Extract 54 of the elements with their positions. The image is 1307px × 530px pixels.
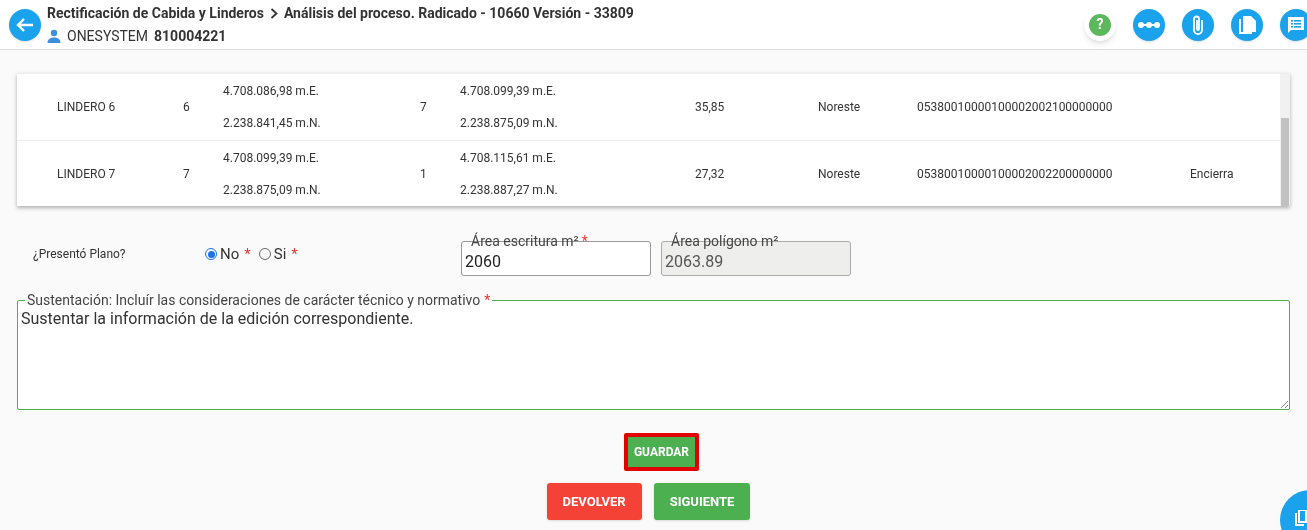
table-cell-text: 7 [420, 99, 428, 116]
table-cell-text: 4.708.099,39 m.E. [223, 149, 321, 167]
back-arrow-icon [16, 17, 34, 32]
table-cell-text: Encierra [1190, 165, 1235, 183]
required-mark: * [484, 291, 491, 309]
table-cell-text: 2.238.887,27 m.N. [460, 181, 559, 199]
table-cell-text: 2.238.841,45 m.N. [223, 115, 322, 132]
table-cell-text: Noreste [818, 165, 862, 183]
field-label: Sustentación: Incluír las consideraciones de carácter técnico y normativo [27, 291, 481, 309]
table-cell-text: LINDERO 7 [56, 165, 117, 183]
field-value: 2063.89 [665, 252, 724, 272]
back-button[interactable] [9, 8, 41, 41]
dots-line-icon [1138, 20, 1160, 29]
table-cell-text: Noreste [818, 99, 862, 116]
radio-label: Si [273, 243, 287, 265]
required-mark: * [581, 232, 588, 250]
table-cell-text: 4.708.086,98 m.E. [223, 83, 321, 100]
question-label: ¿Presentó Plano? [33, 246, 127, 263]
notes-button[interactable] [1280, 8, 1307, 41]
chevron-right-icon [269, 7, 278, 19]
table-cell-text: 05380010000100002002100000000 [917, 99, 1114, 116]
field-label: Área polígono m² [671, 232, 779, 250]
table-cell-text: 7 [183, 165, 191, 183]
table-cell-text: 27,32 [695, 165, 726, 183]
page-title: Análisis del proceso. Radicado - 10660 Versión - 33809 [283, 3, 634, 23]
table-cell-text: 4.708.115,61 m.E. [460, 149, 558, 167]
user-name: ONESYSTEM [67, 26, 149, 46]
radio-label: No [220, 243, 240, 265]
return-button[interactable]: DEVOLVER [546, 483, 642, 520]
scrollbar-thumb[interactable] [1281, 118, 1289, 206]
table-cell-text: 2.238.875,09 m.N. [223, 181, 322, 199]
documents-icon [1237, 14, 1257, 35]
table-cell-text: 35,85 [695, 99, 726, 116]
field-value: 2060 [465, 252, 501, 272]
table-cell-text: 4.708.099,39 m.E. [460, 83, 558, 100]
field-label: Área escritura m² [471, 232, 579, 250]
field-value: Sustentar la información de la edición correspondiente. [21, 309, 414, 328]
breadcrumb-link[interactable]: Rectificación de Cabida y Linderos [47, 2, 264, 24]
documents-button[interactable] [1231, 8, 1263, 41]
required-mark: * [244, 243, 251, 265]
resize-handle-icon[interactable] [1280, 400, 1288, 408]
user-id: 810004221 [154, 26, 227, 46]
table-cell-text: 2.238.875,09 m.N. [460, 115, 559, 132]
table-cell-text: 1 [420, 165, 428, 183]
flow-button[interactable] [1133, 8, 1165, 41]
attach-button[interactable] [1182, 8, 1214, 41]
paperclip-icon [1191, 13, 1205, 36]
comment-list-icon [1286, 14, 1306, 35]
required-mark: * [291, 243, 298, 265]
copy-icon [1295, 510, 1307, 526]
table-cell-text: 6 [183, 99, 191, 116]
user-icon [47, 29, 61, 43]
table-cell-text: 05380010000100002002200000000 [917, 165, 1114, 183]
table-cell-text: LINDERO 6 [56, 99, 117, 116]
